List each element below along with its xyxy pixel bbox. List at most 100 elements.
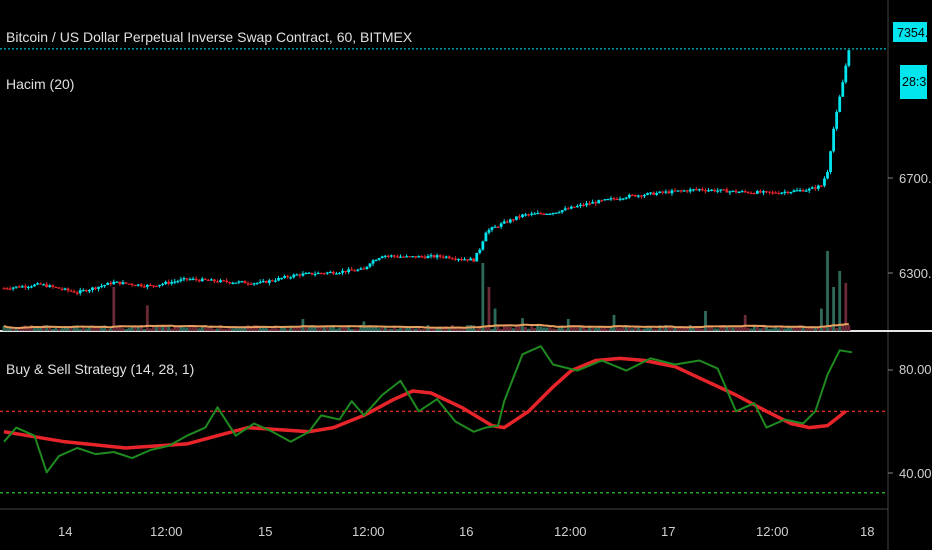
volume-bar [307,327,311,331]
volume-bar [60,328,64,331]
volume-bar [749,328,753,331]
volume-bar [109,328,113,331]
volume-bar [554,328,558,331]
volume-bar [746,327,750,331]
volume-bar [371,326,375,331]
volume-bar [551,328,555,331]
volume-bar [670,327,674,331]
volume-bar [618,327,622,331]
candle [411,255,415,258]
volume-bar [603,327,607,331]
candle [844,63,848,84]
volume-bar [630,328,634,331]
volume-bar [11,328,15,331]
volume-bar [188,326,192,331]
chart-canvas[interactable]: 6700.0 6300.0 7354.0 28:39 80.0000 40.00… [0,0,932,550]
volume-bar [127,327,131,331]
volume-bar [597,327,601,331]
volume-bar [396,328,399,331]
volume-bar [271,328,274,331]
strategy-indicator-label[interactable]: Buy & Sell Strategy (14, 28, 1) [6,361,194,377]
volume-bar [94,327,97,331]
volume-bar [633,327,637,331]
volume-bar [185,327,189,331]
volume-bar [222,328,225,331]
volume-bar [286,328,290,331]
volume-bar [216,328,219,331]
volume-bar [606,328,610,331]
time-tick-18: 18 [860,524,874,539]
volume-bar [194,327,198,331]
volume-bar [826,251,829,331]
volume-bar [524,327,527,331]
volume-bar [673,327,677,331]
last-price-value: 7354.0 [897,26,932,40]
volume-bar [420,328,424,331]
volume-bar [447,328,451,331]
volume-bar [66,327,70,331]
volume-bar [563,328,567,331]
volume-bar [771,328,774,331]
volume-bar [505,326,509,331]
candle [234,282,238,284]
volume-bar [557,327,561,331]
volume-bar [353,328,357,331]
volume-bar [508,327,512,331]
volume-bar [637,327,640,331]
volume-bar [816,327,820,331]
volume-bar [237,328,241,331]
volume-bar [600,327,604,331]
volume-bar [457,328,460,331]
volume-bar [423,328,427,331]
volume-bar [78,328,82,331]
volume-bar [149,328,152,331]
volume-bar [39,327,42,331]
volume-bar [206,327,210,331]
volume-bar [515,326,518,331]
volume-bar [386,328,390,331]
volume-bar [152,326,155,331]
volume-bar [338,327,341,331]
volume-bar [545,327,549,331]
time-tick-1200-d: 12:00 [756,524,789,539]
volume-bar [838,271,842,331]
volume-bar [389,328,393,331]
volume-bar [762,326,765,331]
volume-bar [499,328,503,331]
countdown-value: 28:39 [902,75,932,89]
symbol-title[interactable]: Bitcoin / US Dollar Perpetual Inverse Sw… [6,29,413,45]
volume-bar [591,327,595,331]
volume-bar [795,327,799,331]
volume-bar [490,328,494,331]
volume-bar [743,315,747,331]
oscillator-tick-40: 40.0000 [899,466,932,481]
volume-bar [536,325,540,331]
candle [484,231,488,242]
volume-bar [777,328,781,331]
volume-bar [17,328,21,331]
volume-indicator-label[interactable]: Hacim (20) [6,76,74,92]
volume-bar [225,328,229,331]
price-tick-6700: 6700.0 [899,171,932,186]
volume-bar [411,328,415,331]
volume-bar [481,263,485,331]
volume-bar [106,328,110,331]
candle [481,240,485,251]
volume-bar [124,328,128,331]
volume-bar [804,328,808,331]
volume-bar [313,327,317,331]
volume-bar [460,328,463,331]
volume-bar [142,328,146,331]
candle [832,126,835,153]
time-tick-16: 16 [459,524,473,539]
volume-bar [112,287,116,331]
time-tick-1200-b: 12:00 [352,524,385,539]
volume-bar [405,327,408,331]
volume-bar [704,311,707,331]
volume-bar [493,308,497,331]
candle [554,212,558,214]
candle [572,206,576,208]
volume-bar [54,328,58,331]
volume-bar [847,325,851,331]
candle [57,287,61,289]
